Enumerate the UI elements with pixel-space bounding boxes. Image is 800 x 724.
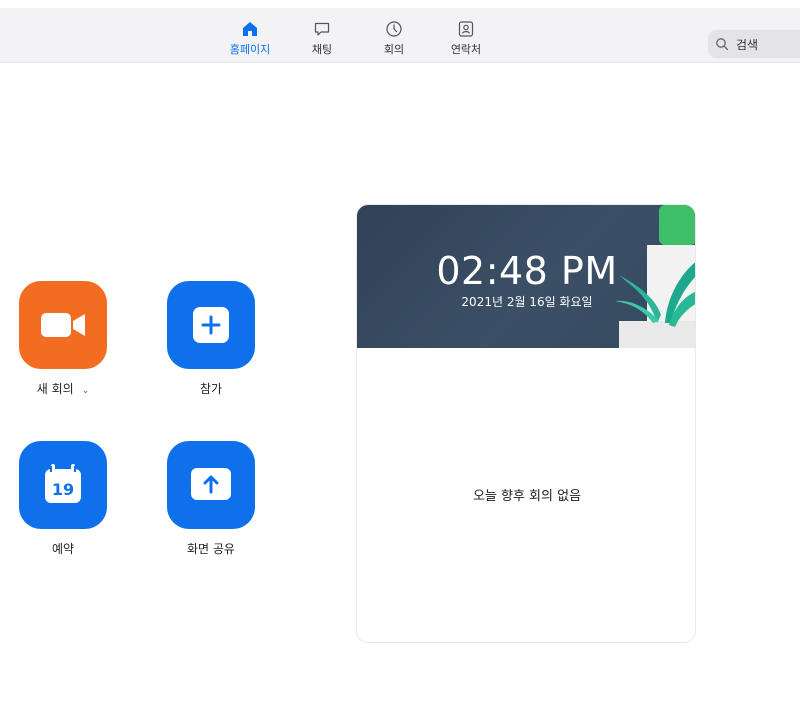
tab-meetings[interactable]: 회의 — [364, 20, 424, 57]
new-meeting-text: 새 회의 — [36, 382, 74, 396]
contact-card-icon — [458, 21, 474, 37]
home-icon — [243, 22, 257, 36]
schedule-button[interactable]: 19 — [19, 441, 107, 529]
plus-icon — [193, 307, 229, 343]
upcoming-meetings-card: 02:48 PM 2021년 2월 16일 화요일 오늘 향후 회의 없음 — [356, 204, 696, 643]
video-camera-icon — [41, 313, 85, 337]
tab-home[interactable]: 홈페이지 — [220, 20, 280, 57]
tab-chat[interactable]: 채팅 — [292, 20, 352, 57]
clock-icon — [386, 21, 402, 37]
search-label: 검색 — [736, 38, 759, 52]
tab-contacts[interactable]: 연락처 — [436, 20, 496, 57]
tab-contacts-label: 연락처 — [450, 43, 482, 56]
calendar-day-text: 19 — [52, 480, 74, 499]
share-screen-button[interactable] — [167, 441, 255, 529]
no-meetings-text: 오늘 향후 회의 없음 — [472, 489, 582, 504]
new-meeting-label[interactable]: 새 회의 ⌄ — [19, 380, 107, 397]
current-time: 02:48 PM — [436, 249, 618, 293]
tab-home-label: 홈페이지 — [229, 43, 271, 56]
search-box[interactable]: 검색 — [708, 30, 800, 58]
join-label: 참가 — [199, 382, 223, 396]
tab-chat-label: 채팅 — [311, 43, 333, 56]
schedule-label: 예약 — [51, 542, 75, 556]
share-screen-label: 화면 공유 — [187, 542, 235, 556]
tab-meetings-label: 회의 — [383, 43, 405, 56]
search-icon — [716, 38, 729, 51]
calendar-icon: 19 — [45, 464, 81, 503]
join-button[interactable] — [167, 281, 255, 369]
top-nav-bar: 홈페이지 채팅 회의 연락처 검색 — [0, 8, 800, 63]
new-meeting-button[interactable] — [19, 281, 107, 369]
chat-bubble-icon — [314, 22, 330, 36]
chevron-down-icon[interactable]: ⌄ — [82, 386, 90, 396]
clock-banner: 02:48 PM 2021년 2월 16일 화요일 — [357, 205, 695, 348]
upload-arrow-icon — [191, 468, 231, 500]
current-date: 2021년 2월 16일 화요일 — [461, 295, 593, 309]
